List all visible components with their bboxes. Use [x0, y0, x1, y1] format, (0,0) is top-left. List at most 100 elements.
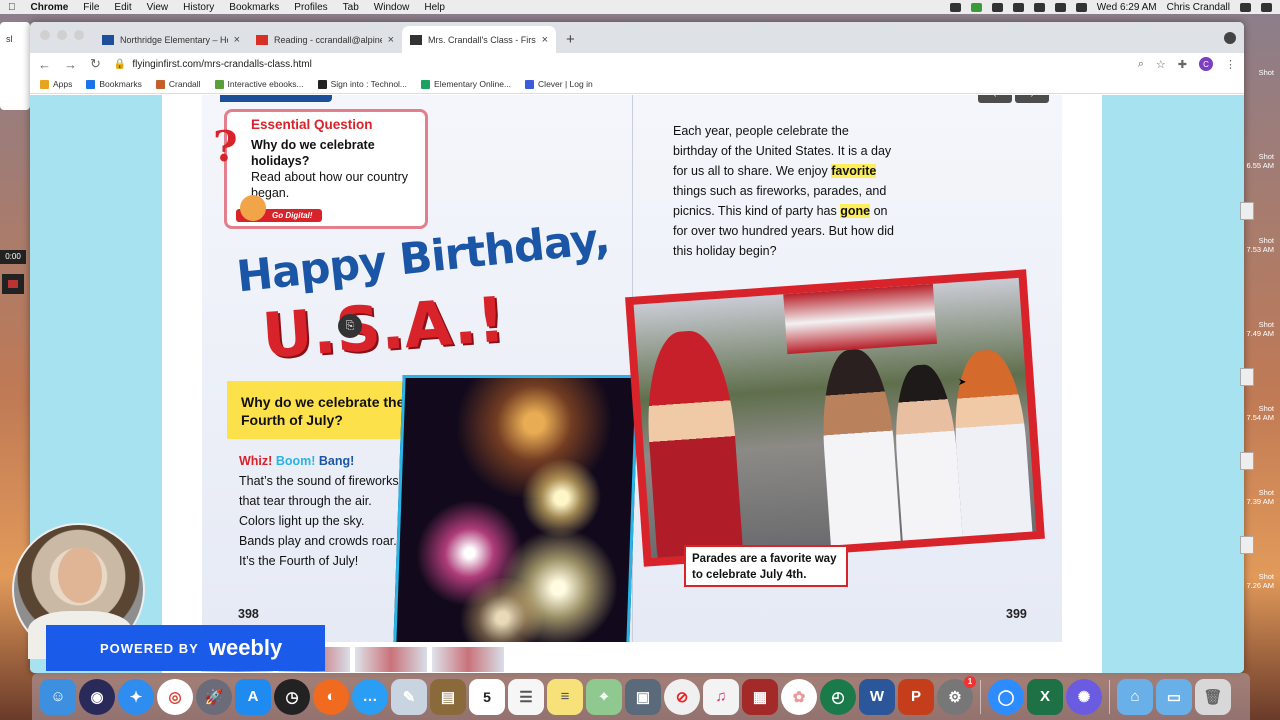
close-icon[interactable]: ×: [234, 34, 240, 46]
menu-edit[interactable]: Edit: [114, 2, 131, 13]
music-icon[interactable]: ♫: [703, 678, 739, 715]
menu-clock[interactable]: Wed 6:29 AM: [1097, 2, 1157, 13]
menu-file[interactable]: File: [83, 2, 99, 13]
tab-gmail[interactable]: Reading - ccrandall@alpinedis ×: [248, 26, 402, 53]
trash-icon[interactable]: 🗑: [1195, 678, 1231, 715]
star-icon[interactable]: ☆: [1156, 58, 1166, 71]
tab-northridge[interactable]: Northridge Elementary – Home ×: [94, 26, 248, 53]
reload-icon[interactable]: ↻: [90, 56, 101, 72]
prev-page-button[interactable]: ‹: [978, 95, 1012, 103]
tab-crandall-class[interactable]: Mrs. Crandall's Class - First G ×: [402, 26, 556, 53]
safari-icon[interactable]: ✦: [118, 678, 154, 715]
bookmark-clever[interactable]: Clever | Log in: [525, 79, 593, 89]
zoom-window-button[interactable]: [74, 30, 84, 40]
wifi-icon[interactable]: [1054, 2, 1066, 12]
image-capture-icon[interactable]: ▣: [625, 678, 661, 715]
desktop-file-icon[interactable]: [1240, 368, 1254, 386]
app-menu[interactable]: Chrome: [31, 2, 69, 13]
menu-profiles[interactable]: Profiles: [294, 2, 327, 13]
system-preferences-icon[interactable]: ⚙ 1: [937, 675, 976, 715]
bookmark-bookmarks[interactable]: Bookmarks: [86, 79, 142, 89]
vocab-gone[interactable]: gone: [840, 204, 871, 218]
bookmark-crandall[interactable]: Crandall: [155, 79, 201, 89]
profile-avatar[interactable]: C: [1199, 57, 1213, 71]
menu-view[interactable]: View: [147, 2, 169, 13]
maps-icon[interactable]: ⌖: [586, 678, 622, 715]
zoom-icon[interactable]: ◯: [988, 678, 1024, 715]
calendar-icon[interactable]: 5: [469, 678, 505, 715]
messages-icon[interactable]: …: [352, 678, 388, 715]
menu-user[interactable]: Chris Crandall: [1167, 2, 1230, 13]
notebook-icon[interactable]: ▤: [430, 678, 466, 715]
address-bar[interactable]: 🔒 flyinginfirst.com/mrs-crandalls-class.…: [114, 59, 1125, 70]
news-icon[interactable]: ⊘: [664, 678, 700, 715]
close-icon[interactable]: ×: [542, 34, 548, 46]
thumbnail[interactable]: [432, 647, 504, 672]
desktop-file[interactable]: Shot: [1240, 68, 1280, 77]
desktop-screenshot[interactable]: Shot 6.55 AM: [1240, 152, 1280, 170]
finder-icon[interactable]: ☺: [40, 678, 76, 715]
bookmark-apps[interactable]: Apps: [40, 79, 72, 89]
back-icon[interactable]: ←: [38, 57, 51, 72]
page-tool-icon[interactable]: ⎘: [338, 314, 362, 338]
word-icon[interactable]: W: [859, 678, 895, 715]
close-icon[interactable]: ×: [388, 34, 394, 46]
apple-menu-icon[interactable]: : [8, 2, 16, 13]
chrome-icon[interactable]: ◎: [157, 678, 193, 715]
tab-search-icon[interactable]: [1224, 32, 1236, 44]
photos-icon[interactable]: ✿: [781, 678, 817, 715]
menu-history[interactable]: History: [183, 2, 214, 13]
firefox-icon[interactable]: ◐: [313, 678, 349, 715]
weebly-footer-badge[interactable]: POWERED BY weebly: [46, 625, 325, 671]
settings-status-icon[interactable]: [949, 2, 961, 12]
close-window-button[interactable]: [40, 30, 50, 40]
documents-folder-icon[interactable]: ▭: [1156, 678, 1192, 715]
desktop-file-icon[interactable]: [1240, 202, 1254, 220]
screen-recorder-icon[interactable]: ✺: [1066, 678, 1102, 715]
bookmark-elementary-online[interactable]: Elementary Online...: [421, 79, 511, 89]
record-button[interactable]: [2, 274, 24, 294]
vocab-favorite[interactable]: favorite: [831, 164, 877, 178]
menu-window[interactable]: Window: [374, 2, 410, 13]
next-page-button[interactable]: ›: [1015, 95, 1049, 103]
background-window-edge[interactable]: sl: [0, 22, 30, 110]
bookmark-technology[interactable]: Sign into : Technol...: [317, 79, 407, 89]
desktop-file-icon[interactable]: [1240, 536, 1254, 554]
bluetooth-icon[interactable]: [1033, 2, 1045, 12]
notification-center-icon[interactable]: [1261, 2, 1272, 12]
desktop-file-icon[interactable]: [1240, 452, 1254, 470]
preview-icon[interactable]: ✎: [391, 678, 427, 715]
thumbnail[interactable]: [355, 647, 427, 672]
menu-bookmarks[interactable]: Bookmarks: [229, 2, 279, 13]
desktop-screenshot[interactable]: Shot 7.54 AM: [1240, 404, 1280, 422]
new-tab-button[interactable]: +: [566, 31, 575, 48]
bookmark-ebooks[interactable]: Interactive ebooks...: [214, 79, 304, 89]
applications-folder-icon[interactable]: ⌂: [1117, 678, 1153, 715]
dashboard-icon[interactable]: ◷: [274, 678, 310, 715]
time-machine-icon[interactable]: [1012, 2, 1024, 12]
go-digital-badge[interactable]: Go Digital!: [236, 195, 323, 222]
menu-help[interactable]: Help: [424, 2, 445, 13]
excel-icon[interactable]: X: [1027, 678, 1063, 715]
launchpad-icon[interactable]: 🚀: [196, 678, 232, 715]
app-status-icon[interactable]: [970, 2, 982, 12]
app-store-icon[interactable]: A: [235, 678, 271, 715]
desktop-screenshot[interactable]: Shot 7.49 AM: [1240, 320, 1280, 338]
ebook-spread[interactable]: ‹ › ? Essential Question Why do we celeb…: [202, 95, 1062, 642]
airplay-icon[interactable]: [991, 2, 1003, 12]
extensions-icon[interactable]: ✚: [1178, 58, 1187, 71]
forward-icon[interactable]: →: [64, 57, 77, 72]
zoom-icon[interactable]: ⌕: [1138, 58, 1144, 71]
desktop-screenshot[interactable]: Shot 7.53 AM: [1240, 236, 1280, 254]
minimize-window-button[interactable]: [57, 30, 67, 40]
menu-tab[interactable]: Tab: [343, 2, 359, 13]
reminders-icon[interactable]: ☰: [508, 678, 544, 715]
desktop-screenshot[interactable]: Shot 7.39 AM: [1240, 488, 1280, 506]
more-menu-icon[interactable]: ⋮: [1225, 58, 1236, 71]
notes-icon[interactable]: ≡: [547, 678, 583, 715]
photo-booth-icon[interactable]: ▦: [742, 678, 778, 715]
volume-icon[interactable]: [1075, 2, 1087, 12]
spotlight-icon[interactable]: [1240, 2, 1251, 12]
siri-icon[interactable]: ◉: [79, 678, 115, 715]
desktop-screenshot[interactable]: Shot 7.26 AM: [1240, 572, 1280, 590]
